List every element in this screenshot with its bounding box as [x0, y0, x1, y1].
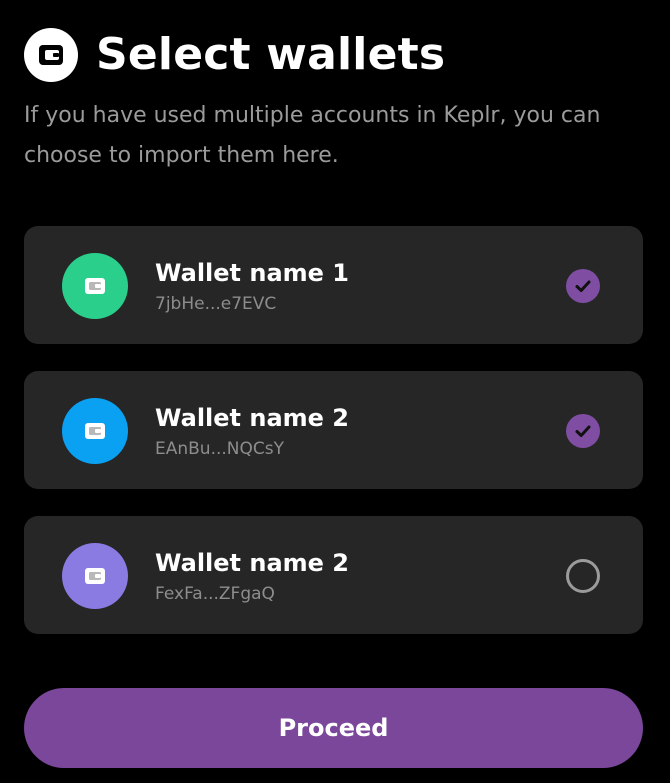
- wallet-card[interactable]: Wallet name 1 7jbHe...e7EVC: [24, 226, 643, 344]
- wallet-address: EAnBu...NQCsY: [155, 439, 285, 459]
- check-icon[interactable]: [566, 269, 600, 303]
- wallet-avatar: [62, 253, 128, 319]
- wallet-name: Wallet name 2: [155, 549, 349, 577]
- page-subtitle: If you have used multiple accounts in Ke…: [24, 103, 601, 168]
- wallet-avatar: [62, 543, 128, 609]
- proceed-button[interactable]: Proceed: [24, 688, 643, 768]
- wallet-name: Wallet name 2: [155, 404, 349, 432]
- page-title: Select wallets: [96, 29, 446, 80]
- wallet-icon: [85, 423, 105, 439]
- wallet-icon: [85, 568, 105, 584]
- wallet-list: Wallet name 1 7jbHe...e7EVC Wallet name …: [24, 226, 643, 661]
- wallet-name: Wallet name 1: [155, 259, 349, 287]
- check-icon[interactable]: [566, 414, 600, 448]
- wallet-icon: [85, 278, 105, 294]
- wallet-avatar: [62, 398, 128, 464]
- wallet-icon: [24, 28, 78, 82]
- radio-icon[interactable]: [566, 559, 600, 593]
- wallet-card[interactable]: Wallet name 2 EAnBu...NQCsY: [24, 371, 643, 489]
- wallet-address: 7jbHe...e7EVC: [155, 294, 277, 314]
- wallet-card[interactable]: Wallet name 2 FexFa...ZFgaQ: [24, 516, 643, 634]
- header: Select wallets: [24, 28, 445, 82]
- wallet-address: FexFa...ZFgaQ: [155, 584, 275, 604]
